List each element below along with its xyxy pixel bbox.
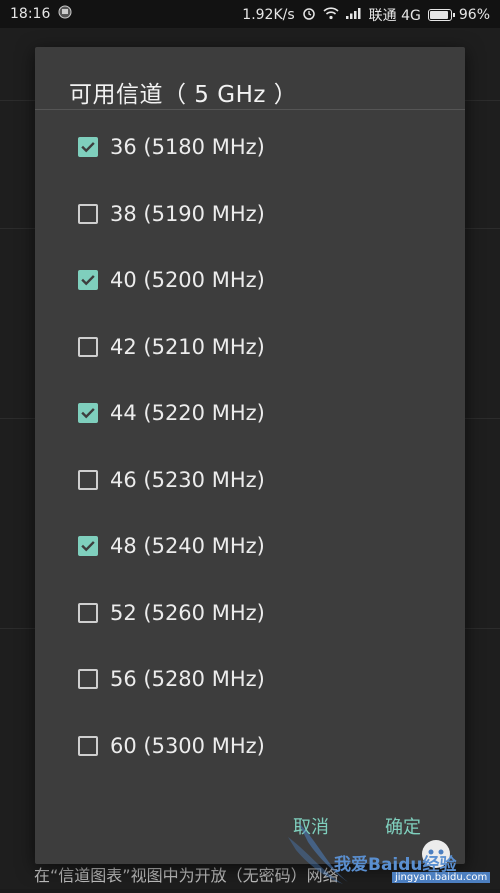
alarm-icon: [302, 6, 316, 24]
channel-label: 42 (5210 MHz): [110, 334, 265, 359]
battery-icon: [427, 9, 455, 21]
wifi-icon: [323, 6, 339, 24]
channel-item[interactable]: 48 (5240 MHz): [35, 513, 465, 580]
checkbox-unchecked[interactable]: [78, 469, 98, 490]
channel-item[interactable]: 46 (5230 MHz): [35, 447, 465, 514]
signal-icon: [345, 7, 362, 23]
checkbox-checked[interactable]: [78, 403, 98, 424]
checkbox-checked[interactable]: [78, 137, 98, 158]
channel-item[interactable]: 42 (5210 MHz): [35, 314, 465, 381]
channel-item[interactable]: 44 (5220 MHz): [35, 380, 465, 447]
channel-label: 52 (5260 MHz): [110, 600, 265, 625]
checkbox-unchecked[interactable]: [78, 602, 98, 623]
channel-list: 36 (5180 MHz) 38 (5190 MHz) 40 (5200 MHz) 4…: [35, 114, 465, 779]
carrier-label: 联通 4G: [368, 8, 421, 24]
clock: 18:16: [10, 6, 51, 22]
channel-label: 40 (5200 MHz): [110, 268, 265, 293]
battery-fill: [429, 11, 449, 19]
channel-label: 60 (5300 MHz): [110, 733, 265, 758]
watermark-url: jingyan.baidu.com: [392, 872, 491, 883]
checkbox-checked[interactable]: [78, 270, 98, 291]
checkbox-unchecked[interactable]: [78, 203, 98, 224]
baidu-watermark: 我爱Baidu经验 jingyan.baidu.com: [288, 812, 500, 889]
channel-item[interactable]: 52 (5260 MHz): [35, 580, 465, 647]
title-divider: [35, 109, 465, 110]
channel-label: 44 (5220 MHz): [110, 401, 265, 426]
channel-item[interactable]: 56 (5280 MHz): [35, 646, 465, 713]
checkmark-icon: [81, 275, 95, 286]
notification-icon: [58, 5, 72, 23]
network-speed: 1.92K/s: [242, 7, 295, 23]
dialog-title: 可用信道（ 5 GHz ）: [69, 82, 298, 108]
channel-item[interactable]: 38 (5190 MHz): [35, 181, 465, 248]
channel-label: 46 (5230 MHz): [110, 467, 265, 492]
checkmark-icon: [81, 408, 95, 419]
checkmark-icon: [81, 541, 95, 552]
checkbox-unchecked[interactable]: [78, 669, 98, 690]
checkbox-checked[interactable]: [78, 536, 98, 557]
channel-item[interactable]: 36 (5180 MHz): [35, 114, 465, 181]
checkbox-unchecked[interactable]: [78, 735, 98, 756]
battery-percent: 96%: [458, 7, 490, 23]
checkmark-icon: [81, 142, 95, 153]
channel-label: 38 (5190 MHz): [110, 201, 265, 226]
channel-label: 36 (5180 MHz): [110, 135, 265, 160]
channel-item[interactable]: 40 (5200 MHz): [35, 247, 465, 314]
channel-label: 48 (5240 MHz): [110, 534, 265, 559]
channel-item[interactable]: 60 (5300 MHz): [35, 713, 465, 780]
channel-dialog: 可用信道（ 5 GHz ） 36 (5180 MHz) 38 (5190 MHz)…: [35, 47, 465, 864]
checkbox-unchecked[interactable]: [78, 336, 98, 357]
channel-label: 56 (5280 MHz): [110, 667, 265, 692]
status-bar: 18:16 1.92K/s 联通 4G 96%: [0, 0, 500, 28]
